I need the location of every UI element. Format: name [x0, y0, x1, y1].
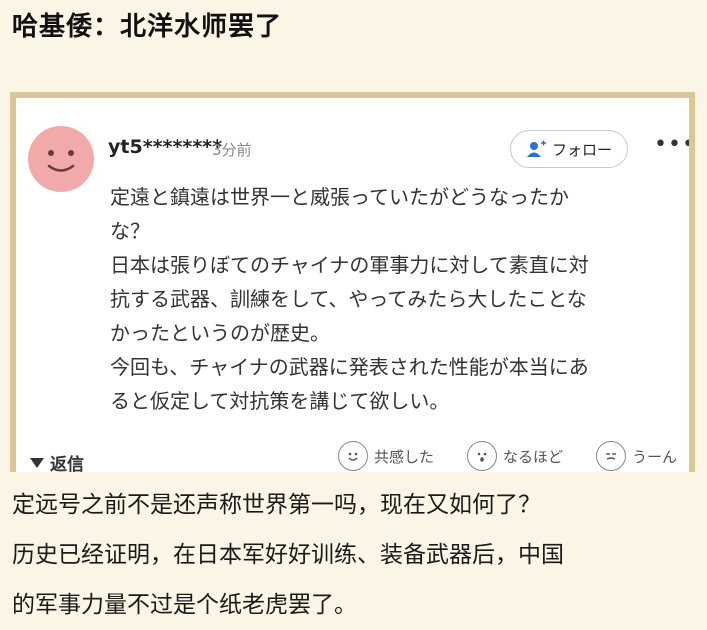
- reply-label: 返信: [50, 455, 84, 472]
- reaction-hmm-button[interactable]: うーん: [596, 441, 677, 471]
- translation-line: 历史已经证明，在日本军好好训练、装备武器后，中国: [12, 542, 564, 568]
- translation-text: 定远号之前不是还声称世界第一吗，现在又如何了？ 历史已经证明，在日本军好好训练、…: [12, 480, 702, 630]
- more-options-icon[interactable]: •••: [654, 132, 689, 157]
- follow-button[interactable]: フォロー: [510, 130, 628, 168]
- comment-text: 定遠と鎮遠は世界一と威張っていたがどうなったか な？ 日本は張りぼてのチャイナの…: [110, 180, 680, 418]
- comment-line: 抗する武器、訓練をして、やってみたら大したことな: [110, 287, 587, 311]
- hmm-icon: [596, 441, 626, 471]
- reply-button[interactable]: 返信: [30, 450, 84, 472]
- reaction-insightful-button[interactable]: なるほど: [467, 441, 563, 471]
- comment-line: な？: [110, 219, 150, 243]
- smile-icon: [338, 441, 368, 471]
- translation-line: 定远号之前不是还声称世界第一吗，现在又如何了？: [12, 492, 541, 518]
- comment-line: ると仮定して対抗策を講じて欲しい。: [110, 389, 450, 413]
- smiley-avatar-icon: [47, 150, 75, 172]
- reaction-label: うーん: [632, 447, 678, 466]
- comment-card: yt5******** 3分前 フォロー ••• 定遠と鎮遠は世界一と威張ってい…: [16, 98, 689, 472]
- post-time: 3分前: [212, 141, 252, 159]
- comment-line: 今回も、チャイナの武器に発表された性能が本当にあ: [110, 355, 589, 379]
- comment-screenshot-frame: yt5******** 3分前 フォロー ••• 定遠と鎮遠は世界一と威張ってい…: [10, 92, 695, 472]
- comment-line: 日本は張りぼてのチャイナの軍事力に対して素直に対: [110, 253, 589, 277]
- comment-line: かったというのが歴史。: [110, 321, 330, 345]
- triangle-down-icon: [30, 457, 44, 468]
- reaction-label: 共感した: [374, 447, 435, 466]
- username[interactable]: yt5********: [108, 136, 222, 158]
- translation-line: 的军事力量不过是个纸老虎罢了。: [12, 592, 357, 618]
- reaction-empathy-button[interactable]: 共感した: [338, 441, 434, 471]
- reaction-label: なるほど: [503, 447, 564, 466]
- avatar[interactable]: [28, 126, 94, 192]
- headline: 哈基倭：北洋水师罢了: [12, 12, 283, 42]
- follow-label: フォロー: [551, 140, 612, 159]
- comment-line: 定遠と鎮遠は世界一と威張っていたがどうなったか: [110, 185, 569, 209]
- surprised-icon: [467, 441, 497, 471]
- add-user-icon: [526, 140, 546, 157]
